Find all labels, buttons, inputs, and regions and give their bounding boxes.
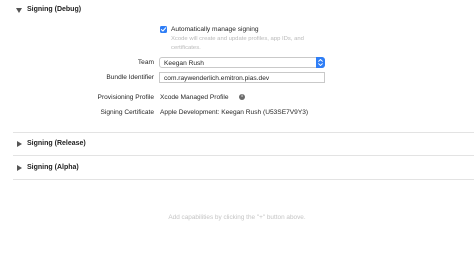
section-divider — [13, 179, 474, 180]
checkmark-icon — [160, 27, 167, 32]
add-capabilities-hint: Add capabilities by clicking the "+" but… — [168, 214, 306, 221]
section-signing-release[interactable]: Signing (Release) — [0, 138, 474, 152]
section-divider — [13, 155, 474, 156]
provisioning-profile-label: Provisioning Profile — [97, 94, 154, 101]
section-title: Signing (Debug) — [27, 6, 82, 13]
section-signing-debug[interactable]: Signing (Debug) — [0, 4, 474, 18]
auto-manage-label[interactable]: Automatically manage signing — [171, 26, 259, 33]
disclosure-right-icon[interactable] — [17, 141, 22, 147]
bundle-identifier-field[interactable]: com.raywenderlich.emitron.pias.dev — [159, 72, 325, 83]
team-value: Keegan Rush — [164, 59, 204, 67]
auto-manage-description: Xcode will create and update profiles, a… — [171, 36, 304, 51]
chevron-updown-icon[interactable] — [316, 57, 325, 68]
section-title: Signing (Release) — [27, 140, 86, 147]
section-divider — [13, 132, 474, 133]
auto-manage-checkbox[interactable] — [160, 26, 167, 33]
section-signing-alpha[interactable]: Signing (Alpha) — [0, 162, 474, 176]
info-icon[interactable]: i — [239, 94, 245, 100]
bundle-identifier-label: Bundle Identifier — [106, 74, 154, 81]
bundle-identifier-value: com.raywenderlich.emitron.pias.dev — [164, 74, 270, 82]
disclosure-down-icon[interactable] — [16, 8, 22, 13]
provisioning-profile-value: Xcode Managed Profile — [160, 94, 229, 101]
signing-certificate-label: Signing Certificate — [100, 109, 154, 116]
team-label: Team — [137, 59, 154, 66]
team-popup[interactable]: Keegan Rush — [159, 57, 325, 68]
disclosure-right-icon[interactable] — [17, 165, 22, 171]
section-title: Signing (Alpha) — [27, 164, 79, 171]
signing-certificate-value: Apple Development: Keegan Rush (U53SE7V9… — [160, 109, 309, 116]
